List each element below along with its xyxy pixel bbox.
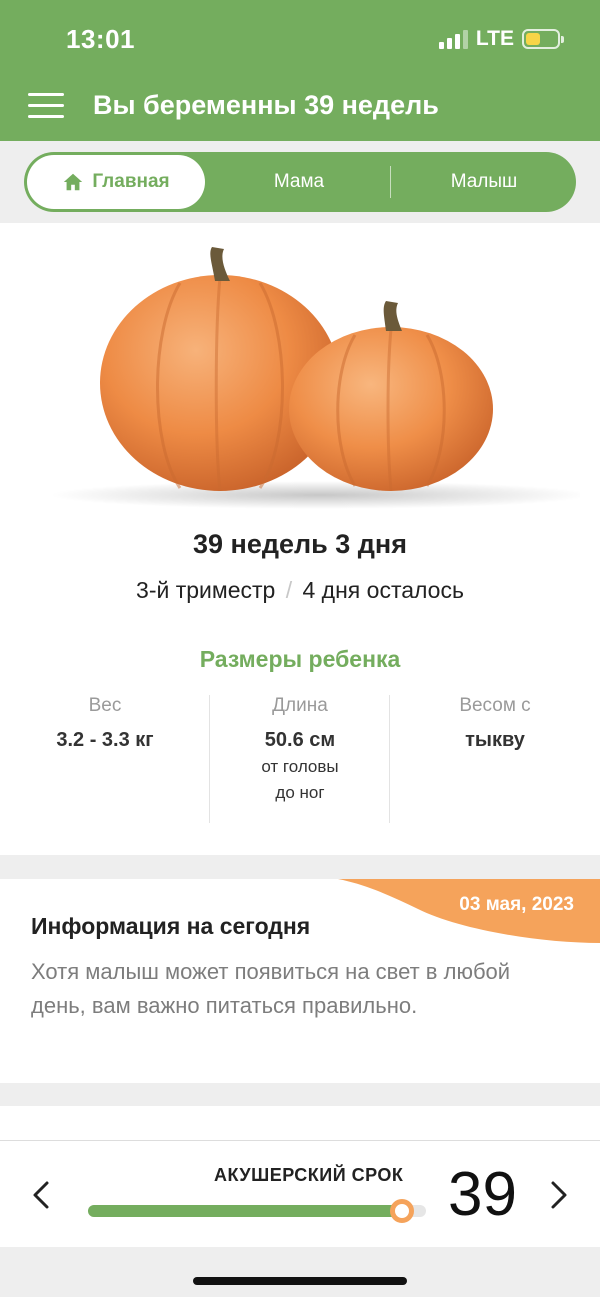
weight-value: 3.2 - 3.3 кг [56,729,154,751]
length-value: 50.6 см [264,729,336,751]
stat-divider [389,695,390,823]
pumpkins-illustration [50,247,580,509]
compare-value: тыкву [465,729,525,751]
current-week-number: 39 [448,1160,517,1229]
chevron-right-icon[interactable] [544,1175,574,1215]
today-info-title: Информация на сегодня [31,913,311,939]
home-indicator [193,1277,407,1285]
page-title: Вы беременны 39 недель [93,90,439,120]
compare-label: Весом с [459,695,531,716]
battery-icon [522,29,564,49]
length-note-1: от головы [261,757,339,776]
today-info-body: Хотя малыш может появиться на свет в люб… [31,959,511,1018]
baby-size-stats: Вес 3.2 - 3.3 кг Длина 50.6 см от головы… [0,695,600,823]
status-time: 13:01 [66,24,135,54]
week-slider-thumb[interactable] [390,1199,415,1223]
trimester-line: 3-й триместр / 4 дня осталось [0,577,600,604]
length-note-2: до ног [275,783,325,802]
status-indicators: LTE [438,27,564,51]
today-date: 03 мая, 2023 [459,894,574,915]
tab-home[interactable]: Главная [27,155,205,209]
term-label: АКУШЕРСКИЙ СРОК [214,1165,404,1185]
tab-home-label: Главная [92,171,170,192]
tab-bar: Главная Мама Малыш [24,152,576,212]
compare-stat: Весом с тыкву [405,695,585,752]
separator: / [285,577,293,603]
length-stat: Длина 50.6 см от головы до ног [210,695,390,806]
tab-divider [390,166,391,198]
weight-stat: Вес 3.2 - 3.3 кг [15,695,195,752]
length-label: Длина [272,695,328,716]
network-label: LTE [475,27,514,50]
week-card: 39 недель 3 дня 3-й триместр / 4 дня ост… [0,223,600,855]
signal-icon [438,29,468,49]
week-slider-fill [88,1205,403,1217]
tab-baby[interactable]: Малыш [414,152,554,212]
week-slider[interactable] [88,1199,426,1223]
week-title: 39 недель 3 дня [193,529,407,559]
next-card-edge [0,1106,600,1140]
weight-label: Вес [88,695,122,716]
tabs-area: Главная Мама Малыш [0,141,600,223]
chevron-left-icon[interactable] [26,1175,56,1215]
battery-level [526,33,540,45]
tab-mom[interactable]: Мама [234,152,364,212]
obstetric-term-bar: АКУШЕРСКИЙ СРОК 39 [0,1140,600,1247]
hamburger-menu-icon[interactable] [28,93,64,119]
baby-size-heading: Размеры ребенка [199,646,401,672]
remaining-days: 4 дня осталось [302,577,464,603]
today-info-card[interactable]: 03 мая, 2023 Информация на сегодня Хотя … [0,879,600,1083]
home-icon [64,173,83,191]
trimester-text: 3-й триместр [136,577,276,603]
app-header: 13:01 LTE Вы беременны 39 недель [0,0,600,141]
